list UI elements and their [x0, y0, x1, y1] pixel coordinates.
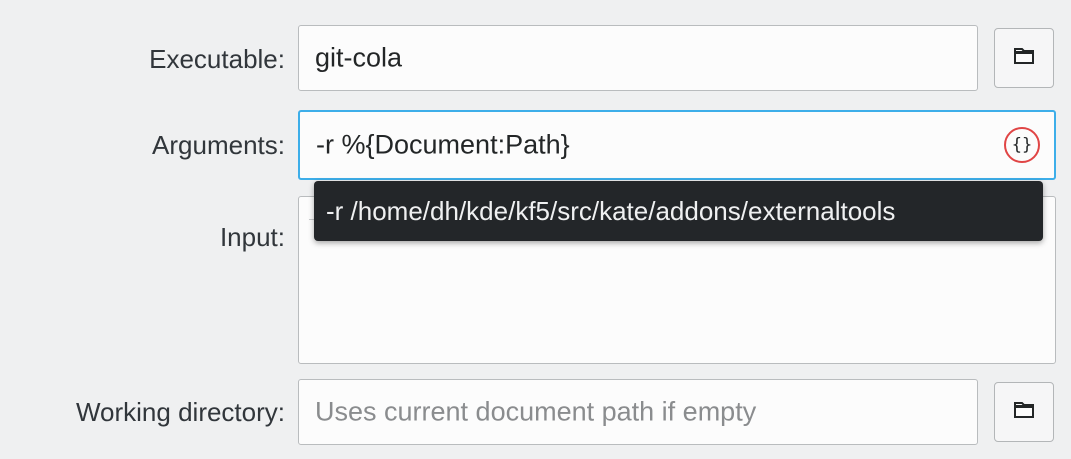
working-directory-placeholder: Uses current document path if empty — [315, 396, 757, 427]
executable-label: Executable: — [149, 44, 285, 74]
working-directory-label: Working directory: — [75, 397, 285, 427]
curly-braces-icon: {} — [1011, 135, 1033, 155]
working-directory-browse-button[interactable] — [994, 382, 1054, 442]
arguments-field[interactable]: -r %{Document:Path} {} — [298, 110, 1056, 180]
working-directory-field[interactable]: Uses current document path if empty — [298, 379, 978, 445]
executable-value: git-cola — [315, 42, 403, 73]
folder-icon — [1014, 47, 1034, 69]
arguments-label: Arguments: — [152, 130, 285, 160]
arguments-expanded-tooltip: -r /home/dh/kde/kf5/src/kate/addons/exte… — [314, 181, 1043, 241]
executable-field[interactable]: git-cola — [298, 25, 978, 91]
input-label: Input: — [219, 222, 285, 252]
executable-browse-button[interactable] — [994, 28, 1054, 88]
arguments-value: -r %{Document:Path} — [316, 129, 570, 160]
insert-variable-button[interactable]: {} — [1004, 127, 1040, 163]
folder-icon — [1014, 401, 1034, 423]
